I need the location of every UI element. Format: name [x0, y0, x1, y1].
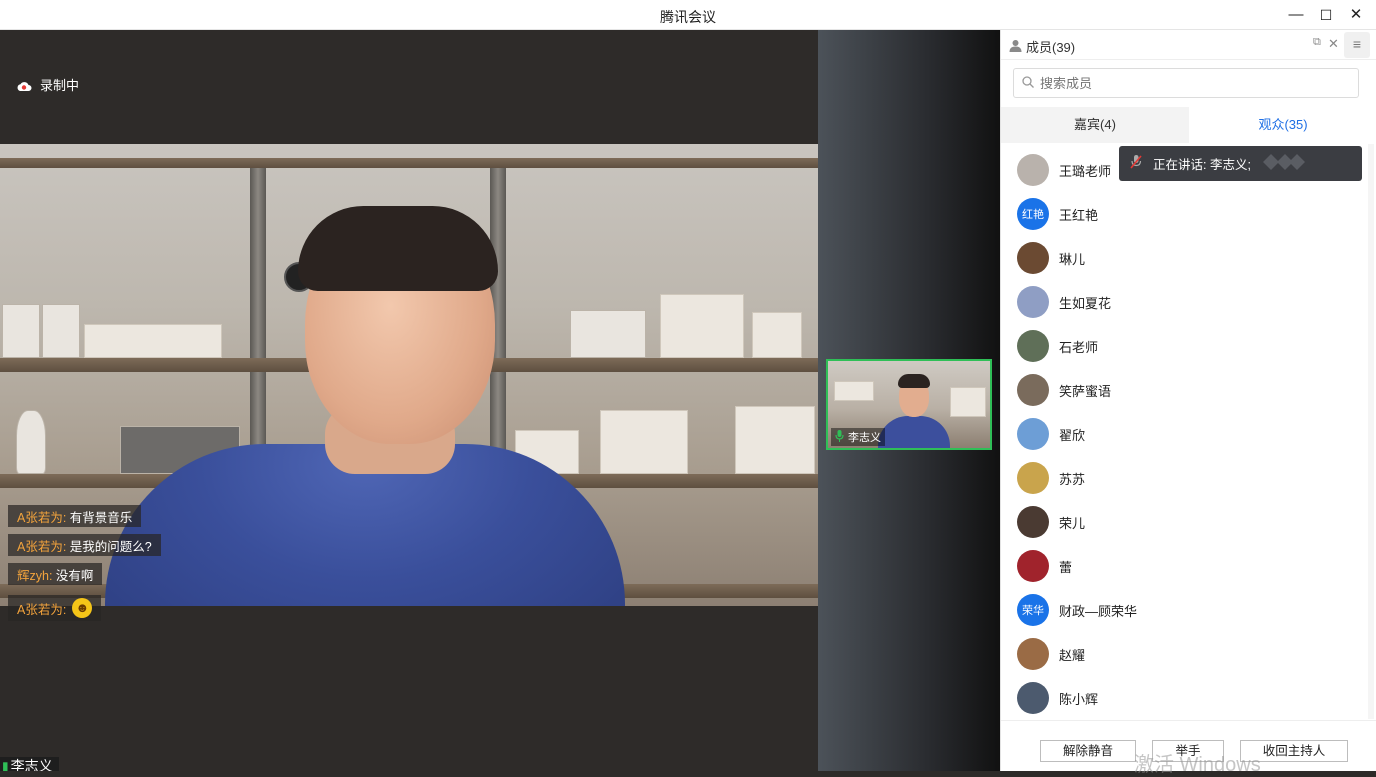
- thumb-background: [834, 381, 874, 401]
- activate-windows-watermark: 激活 Windows: [1134, 754, 1261, 776]
- minimize-button[interactable]: —: [1284, 4, 1308, 26]
- chat-message: A张若为: 是我的问题么?: [8, 534, 161, 556]
- vase: [16, 410, 46, 474]
- recording-indicator: 录制中: [16, 75, 79, 94]
- person-icon: [1009, 39, 1022, 55]
- member-item[interactable]: 苏苏: [1017, 456, 1357, 500]
- members-title: 成员(39): [1009, 37, 1075, 56]
- now-speaking-text: 正在讲话: 李志义;: [1153, 158, 1251, 172]
- member-item[interactable]: 陈小辉: [1017, 676, 1357, 719]
- member-list-scrollbar[interactable]: [1368, 144, 1374, 719]
- microphone-icon: [835, 429, 844, 445]
- member-name: 笑萨蜜语: [1059, 383, 1112, 399]
- avatar: [1017, 462, 1049, 494]
- book-stack: [752, 312, 802, 358]
- thumb-name-tag: 李志义: [831, 428, 885, 446]
- avatar: 荣华: [1017, 594, 1049, 626]
- avatar: 红艳: [1017, 198, 1049, 230]
- member-item[interactable]: 荣儿: [1017, 500, 1357, 544]
- speaking-wave-icon: [1261, 151, 1305, 176]
- shelf-board: [0, 158, 818, 168]
- search-icon: [1022, 75, 1034, 91]
- avatar: [1017, 418, 1049, 450]
- storage-box: [570, 310, 646, 358]
- chat-message: A张若为: 有背景音乐: [8, 505, 142, 527]
- tab-guests[interactable]: 嘉宾(4): [1001, 107, 1189, 143]
- member-item[interactable]: 翟欣: [1017, 412, 1357, 456]
- member-name: 王红艳: [1059, 207, 1099, 223]
- member-item[interactable]: 红艳 王红艳: [1017, 192, 1357, 236]
- member-list: 王璐老师 红艳 王红艳 琳儿 生如夏花 石老师 笑萨蜜语 翟欣 苏苏 荣儿蕾荣华 财政—顾荣华 赵耀陈…: [1001, 144, 1376, 719]
- search-input[interactable]: [1040, 75, 1340, 91]
- thumb-background: [950, 387, 986, 417]
- member-tabs: 嘉宾(4) 观众(35): [1001, 107, 1376, 143]
- speaker-name-tag: ▮ 李志义: [0, 757, 59, 771]
- avatar: [1017, 154, 1049, 186]
- member-name: 赵耀: [1059, 647, 1086, 663]
- member-item[interactable]: 琳儿: [1017, 236, 1357, 280]
- member-name: 琳儿: [1059, 251, 1086, 267]
- member-name: 苏苏: [1059, 471, 1086, 487]
- chat-message: 辉zyh: 没有啊: [8, 563, 103, 585]
- members-panel: 成员(39) ⧉ ✕ ≡ 嘉宾(4) 观众(35) 王璐老师红艳王红艳琳儿生如夏…: [1000, 30, 1376, 771]
- now-speaking-tooltip: 正在讲话: 李志义;: [1119, 146, 1362, 181]
- search-box[interactable]: [1013, 68, 1359, 98]
- book-row: [600, 410, 688, 474]
- muted-microphone-icon: [1129, 154, 1143, 173]
- window-title: 腾讯会议: [660, 9, 716, 25]
- member-item[interactable]: 荣华 财政—顾荣华: [1017, 588, 1357, 632]
- grinning-face-emoji-icon: ☻: [72, 598, 93, 618]
- microphone-icon: ▮: [2, 759, 9, 771]
- member-name: 荣儿: [1059, 515, 1086, 531]
- title-bar: 腾讯会议 — ☐ ✕: [0, 0, 1376, 30]
- avatar: [1017, 242, 1049, 274]
- speaker-hair: [298, 206, 498, 291]
- avatar: [1017, 682, 1049, 714]
- maximize-button[interactable]: ☐: [1314, 4, 1338, 26]
- avatar: [1017, 330, 1049, 362]
- book-stack: [84, 324, 222, 358]
- member-name: 翟欣: [1059, 427, 1086, 443]
- avatar: [1017, 550, 1049, 582]
- avatar: [1017, 506, 1049, 538]
- storage-box: [42, 304, 80, 358]
- tab-audience[interactable]: 观众(35): [1189, 107, 1376, 143]
- avatar: [1017, 638, 1049, 670]
- avatar: [1017, 286, 1049, 318]
- member-name: 蕾: [1059, 559, 1073, 575]
- member-item[interactable]: 生如夏花: [1017, 280, 1357, 324]
- member-name: 生如夏花: [1059, 295, 1112, 311]
- book-row: [660, 294, 744, 358]
- recording-label: 录制中: [40, 78, 80, 93]
- popout-icon[interactable]: ⧉: [1313, 36, 1321, 49]
- chat-message: A张若为: ☻: [8, 595, 102, 621]
- thumb-torso: [878, 416, 950, 448]
- close-panel-icon[interactable]: ✕: [1328, 36, 1339, 52]
- member-item[interactable]: 笑萨蜜语: [1017, 368, 1357, 412]
- member-item[interactable]: 石老师: [1017, 324, 1357, 368]
- storage-box: [2, 304, 40, 358]
- thumb-hair: [898, 374, 930, 388]
- avatar: [1017, 374, 1049, 406]
- members-panel-header: 成员(39) ⧉ ✕ ≡: [1001, 30, 1376, 60]
- member-name: 王璐老师: [1059, 163, 1112, 179]
- member-item[interactable]: 赵耀: [1017, 632, 1357, 676]
- cloud-record-icon: [16, 80, 32, 91]
- member-name: 陈小辉: [1059, 691, 1099, 707]
- book-row: [735, 406, 815, 474]
- unmute-button[interactable]: 解除静音: [1040, 740, 1136, 762]
- close-button[interactable]: ✕: [1344, 4, 1368, 26]
- member-name: 石老师: [1059, 339, 1099, 355]
- participant-thumbnail[interactable]: 李志义: [826, 359, 992, 450]
- menu-icon[interactable]: ≡: [1344, 32, 1370, 58]
- member-name: 财政—顾荣华: [1059, 603, 1138, 619]
- member-item[interactable]: 蕾: [1017, 544, 1357, 588]
